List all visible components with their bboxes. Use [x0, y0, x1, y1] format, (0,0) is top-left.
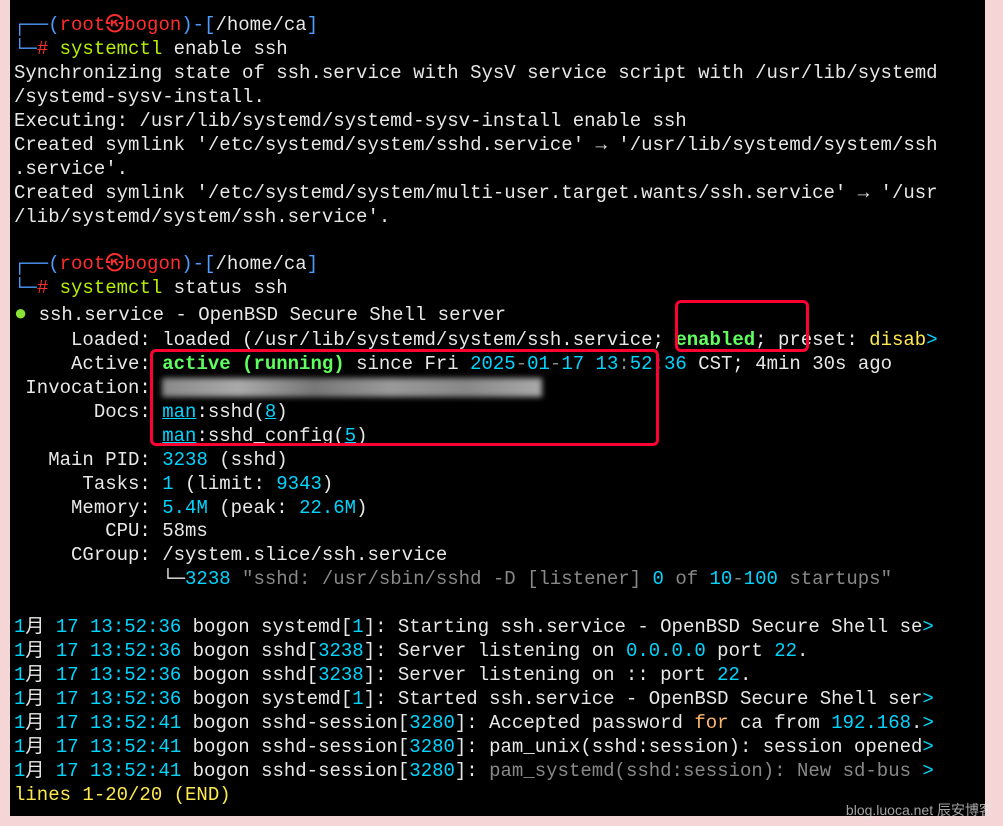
- output: /lib/systemd/system/ssh.service'.: [14, 206, 981, 230]
- output: Executing: /usr/lib/systemd/systemd-sysv…: [14, 110, 981, 134]
- log-line: 1月 17 13:52:41 bogon sshd-session[3280]:…: [14, 760, 981, 784]
- log-line: 1月 17 13:52:41 bogon sshd-session[3280]:…: [14, 712, 981, 736]
- log-line: 1月 17 13:52:36 bogon sshd[3238]: Server …: [14, 664, 981, 688]
- command-line-2: └─# systemctl status ssh: [14, 277, 981, 301]
- cgroup-tree: └─3238 "sshd: /usr/sbin/sshd -D [listene…: [14, 568, 981, 592]
- memory-line: Memory: 5.4M (peak: 22.6M): [14, 497, 981, 521]
- output: .service'.: [14, 158, 981, 182]
- blank: [14, 592, 981, 616]
- active-line: Active: active (running) since Fri 2025-…: [14, 353, 981, 377]
- docs-line-2: man:sshd_config(5): [14, 425, 981, 449]
- invocation-line: Invocation:: [14, 377, 981, 401]
- watermark: blog.luoca.net 辰安博客: [846, 802, 993, 820]
- blank: [14, 229, 981, 253]
- log-line: 1月 17 13:52:36 bogon sshd[3238]: Server …: [14, 640, 981, 664]
- log-line: 1月 17 13:52:41 bogon sshd-session[3280]:…: [14, 736, 981, 760]
- loaded-line: Loaded: loaded (/usr/lib/systemd/system/…: [14, 329, 981, 353]
- log-line: 1月 17 13:52:36 bogon systemd[1]: Started…: [14, 688, 981, 712]
- service-header: ● ssh.service - OpenBSD Secure Shell ser…: [14, 301, 981, 329]
- output: Created symlink '/etc/systemd/system/ssh…: [14, 134, 981, 158]
- pager-status: lines 1-20/20 (END): [14, 784, 981, 808]
- output: /systemd-sysv-install.: [14, 86, 981, 110]
- cgroup-line: CGroup: /system.slice/ssh.service: [14, 544, 981, 568]
- docs-line-1: Docs: man:sshd(8): [14, 401, 981, 425]
- prompt-line-1: ┌──(root㉿bogon)-[/home/ca]: [14, 14, 981, 38]
- terminal-window[interactable]: ┌──(root㉿bogon)-[/home/ca] └─# systemctl…: [10, 0, 985, 816]
- output: Synchronizing state of ssh.service with …: [14, 62, 981, 86]
- output: Created symlink '/etc/systemd/system/mul…: [14, 182, 981, 206]
- prompt-line-2: ┌──(root㉿bogon)-[/home/ca]: [14, 253, 981, 277]
- blurred-invocation-id: [162, 378, 542, 397]
- log-line: 1月 17 13:52:36 bogon systemd[1]: Startin…: [14, 616, 981, 640]
- command-line-1: └─# systemctl enable ssh: [14, 38, 981, 62]
- cpu-line: CPU: 58ms: [14, 520, 981, 544]
- tasks-line: Tasks: 1 (limit: 9343): [14, 473, 981, 497]
- pid-line: Main PID: 3238 (sshd): [14, 449, 981, 473]
